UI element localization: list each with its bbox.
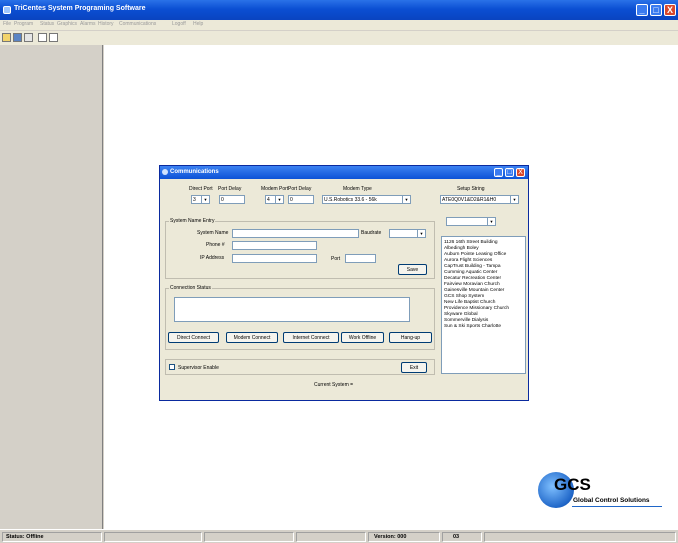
version-text: Version: 000	[374, 534, 407, 540]
code-text: 03	[453, 534, 460, 540]
logo-underline	[572, 506, 662, 507]
toolbar	[0, 31, 678, 45]
sidebar-panel	[0, 45, 103, 529]
menu-alarms[interactable]: Alarms	[80, 21, 96, 27]
hang-up-button[interactable]: Hang-up	[389, 332, 432, 343]
menu-communications[interactable]: Communications	[119, 21, 156, 27]
app-title: TriCentes System Programing Software	[14, 5, 146, 12]
app-icon	[3, 6, 11, 14]
chevron-down-icon: ▼	[201, 196, 209, 203]
dialog-maximize-button[interactable]: □	[505, 168, 514, 177]
modem-port-select[interactable]: 4 ▼	[265, 195, 284, 204]
logo-name: GCS	[554, 475, 591, 494]
logo-subtitle: Global Control Solutions	[573, 497, 650, 504]
menu-help[interactable]: Help	[193, 21, 203, 27]
maximize-button[interactable]: □	[650, 4, 662, 16]
port-delay-label: Port Delay	[218, 186, 242, 192]
supervisor-checkbox[interactable]	[169, 364, 175, 370]
direct-connect-button[interactable]: Direct Connect	[168, 332, 219, 343]
modem-port-value: 4	[267, 197, 270, 203]
modem-connect-button[interactable]: Modem Connect	[226, 332, 278, 343]
code-section	[442, 532, 482, 542]
port-delay-input[interactable]: 0	[219, 195, 245, 204]
phone-input[interactable]	[232, 241, 317, 250]
connection-status-title: Connection Status	[169, 285, 212, 291]
list-item[interactable]: Sun & Ski Sports Charlotte	[444, 324, 501, 330]
status-section-blank	[104, 532, 202, 542]
menu-bar: File Program Status Graphics Alarms Hist…	[0, 20, 678, 30]
direct-port-label: Direct Port	[189, 186, 213, 192]
dialog-title-bar: Communications _ □ X	[160, 166, 528, 179]
modem-port-label: Modem Port	[261, 186, 289, 192]
status-text: Status: Offline	[6, 534, 44, 540]
communications-dialog: Communications _ □ X Direct Port 3 ▼ Por…	[159, 165, 529, 401]
status-section-blank	[484, 532, 676, 542]
work-offline-button[interactable]: Work Offline	[341, 332, 384, 343]
grid-icon[interactable]	[38, 33, 47, 42]
direct-port-select[interactable]: 3 ▼	[191, 195, 210, 204]
current-system-label: Current System =	[314, 382, 354, 388]
status-section-blank	[296, 532, 366, 542]
open-icon[interactable]	[2, 33, 11, 42]
modem-type-label: Modem Type	[343, 186, 372, 192]
direct-port-value: 3	[193, 197, 196, 203]
chevron-down-icon: ▼	[402, 196, 410, 203]
menu-program[interactable]: Program	[14, 21, 33, 27]
minimize-button[interactable]: _	[636, 4, 648, 16]
menu-history[interactable]: History	[98, 21, 114, 27]
baudrate-select[interactable]: ▼	[389, 229, 426, 238]
close-button[interactable]: X	[664, 4, 676, 16]
dialog-close-button[interactable]: X	[516, 168, 525, 177]
dialog-title: Communications	[170, 169, 219, 175]
internet-connect-button[interactable]: Internet Connect	[283, 332, 339, 343]
setup-string-select[interactable]: ATE0Q0V1&D2&R1&H0 ▼	[440, 195, 519, 204]
chevron-down-icon: ▼	[510, 196, 518, 203]
save-icon[interactable]	[13, 33, 22, 42]
system-name-entry-title: System Name Entry	[169, 218, 216, 224]
dialog-minimize-button[interactable]: _	[494, 168, 503, 177]
modem-port-delay-label: Port Delay	[288, 186, 312, 192]
save-button[interactable]: Save	[398, 264, 427, 275]
title-bar: TriCentes System Programing Software _ □…	[0, 0, 678, 20]
ip-address-input[interactable]	[232, 254, 317, 263]
setup-string-label: Setup String	[457, 186, 485, 192]
modem-type-value: U.S.Robotics 33.6 - 56k	[324, 197, 377, 203]
status-section-blank	[204, 532, 294, 542]
exit-button[interactable]: Exit	[401, 362, 427, 373]
grid2-icon[interactable]	[49, 33, 58, 42]
chevron-down-icon: ▼	[275, 196, 283, 203]
menu-graphics[interactable]: Graphics	[57, 21, 77, 27]
menu-logoff[interactable]: Logoff	[172, 21, 186, 27]
ip-address-label: IP Address	[200, 255, 225, 261]
menu-status[interactable]: Status	[40, 21, 54, 27]
status-bar: Status: Offline Version: 000 03	[0, 529, 678, 543]
print-icon[interactable]	[24, 33, 33, 42]
baudrate-label: Baudrate	[361, 230, 382, 236]
phone-label: Phone #	[206, 242, 225, 248]
dialog-icon	[162, 169, 168, 175]
port-input[interactable]	[345, 254, 376, 263]
modem-type-select[interactable]: U.S.Robotics 33.6 - 56k ▼	[322, 195, 411, 204]
setup-string-value: ATE0Q0V1&D2&R1&H0	[442, 197, 497, 203]
chevron-down-icon: ▼	[417, 230, 425, 237]
system-name-input[interactable]	[232, 229, 359, 238]
system-name-label: System Name	[197, 230, 229, 236]
system-select[interactable]: ▼	[446, 217, 496, 226]
modem-port-delay-input[interactable]: 0	[288, 195, 314, 204]
systems-list[interactable]: 1126 16th Street Building Albedingh Bole…	[441, 236, 526, 374]
connection-status-box	[174, 297, 410, 322]
menu-file[interactable]: File	[3, 21, 11, 27]
supervisor-label: Supervisor Enable	[178, 365, 219, 371]
chevron-down-icon: ▼	[487, 218, 495, 225]
port-label: Port	[331, 256, 341, 262]
